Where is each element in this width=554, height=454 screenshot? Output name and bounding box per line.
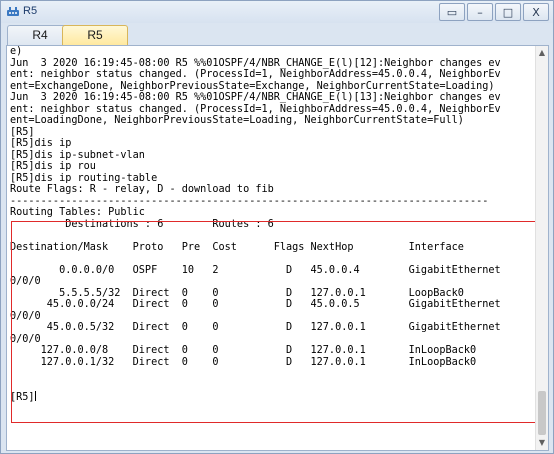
console-panel[interactable]: e) Jun 3 2020 16:19:45-08:00 R5 %%01OSPF/… [6, 45, 549, 451]
console-line: ent=ExchangeDone, NeighborPreviousState=… [10, 80, 495, 92]
text-cursor [34, 391, 36, 401]
console-line: Routing Tables: Public [10, 207, 145, 218]
console-line: 0/0/0 [10, 276, 41, 287]
console-output[interactable]: e) Jun 3 2020 16:19:45-08:00 R5 %%01OSPF/… [10, 46, 538, 450]
console-line: ent: neighbor status changed. (ProcessId… [10, 103, 501, 115]
window-title: R5 [23, 5, 38, 17]
title-bar[interactable]: R5 ▭ – □ X [1, 1, 553, 23]
console-line: ----------------------------------------… [10, 195, 489, 207]
console-line: 5.5.5.5/32 Direct 0 0 D 127.0.0.1 LoopBa… [10, 287, 464, 299]
console-line: 0/0/0 [10, 310, 41, 322]
minimize-icon: – [477, 5, 483, 19]
console-line: [R5]dis ip rou [10, 161, 96, 172]
scroll-up-icon[interactable]: ▲ [536, 47, 548, 59]
console-line: Jun 3 2020 16:19:45-08:00 R5 %%01OSPF/4/… [10, 57, 501, 69]
console-line: [R5]dis ip [10, 138, 72, 149]
console-line: Route Flags: R - relay, D - download to … [10, 184, 274, 195]
maximize-button[interactable]: □ [495, 3, 521, 21]
scroll-thumb[interactable] [538, 391, 546, 435]
console-line: ent=LoadingDone, NeighborPreviousState=L… [10, 115, 464, 126]
close-button[interactable]: X [523, 3, 549, 21]
restore-button[interactable]: ▭ [439, 3, 465, 21]
terminal-window: R5 ▭ – □ X R4 R5 e) Jun 3 2020 16:19:45-0… [0, 0, 554, 454]
window-controls: ▭ – □ X [439, 3, 549, 21]
console-line: [R5] [10, 126, 35, 138]
close-icon: X [532, 5, 540, 19]
tab-bar: R4 R5 [1, 23, 553, 45]
console-line: 0.0.0.0/0 OSPF 10 2 D 45.0.0.4 GigabitEt… [10, 264, 501, 276]
console-line: [R5]dis ip-subnet-vlan [10, 149, 145, 161]
maximize-icon: □ [502, 5, 514, 19]
console-line: ent: neighbor status changed. (ProcessId… [10, 69, 501, 80]
console-line: Jun 3 2020 16:19:45-08:00 R5 %%01OSPF/4/… [10, 92, 501, 103]
console-line: Destinations : 6 Routes : 6 [10, 218, 274, 230]
console-line: [R5]dis ip routing-table [10, 172, 158, 184]
router-app-icon [7, 7, 19, 16]
console-line: 127.0.0.0/8 Direct 0 0 D 127.0.0.1 InLoo… [10, 345, 477, 356]
console-line: 45.0.0.5/32 Direct 0 0 D 127.0.0.1 Gigab… [10, 322, 501, 333]
console-line: 45.0.0.0/24 Direct 0 0 D 45.0.0.5 Gigabi… [10, 299, 501, 310]
scroll-down-icon[interactable]: ▼ [536, 437, 548, 449]
console-line: 0/0/0 [10, 333, 41, 345]
console-line: [R5] [10, 391, 36, 403]
restore-icon: ▭ [446, 5, 458, 19]
minimize-button[interactable]: – [467, 3, 493, 21]
vertical-scrollbar[interactable]: ▲ ▼ [535, 46, 548, 450]
console-line: 127.0.0.1/32 Direct 0 0 D 127.0.0.1 InLo… [10, 356, 477, 368]
tab-r5[interactable]: R5 [62, 25, 128, 45]
console-line: e) [10, 46, 23, 57]
console-line: Destination/Mask Proto Pre Cost Flags Ne… [10, 241, 464, 253]
